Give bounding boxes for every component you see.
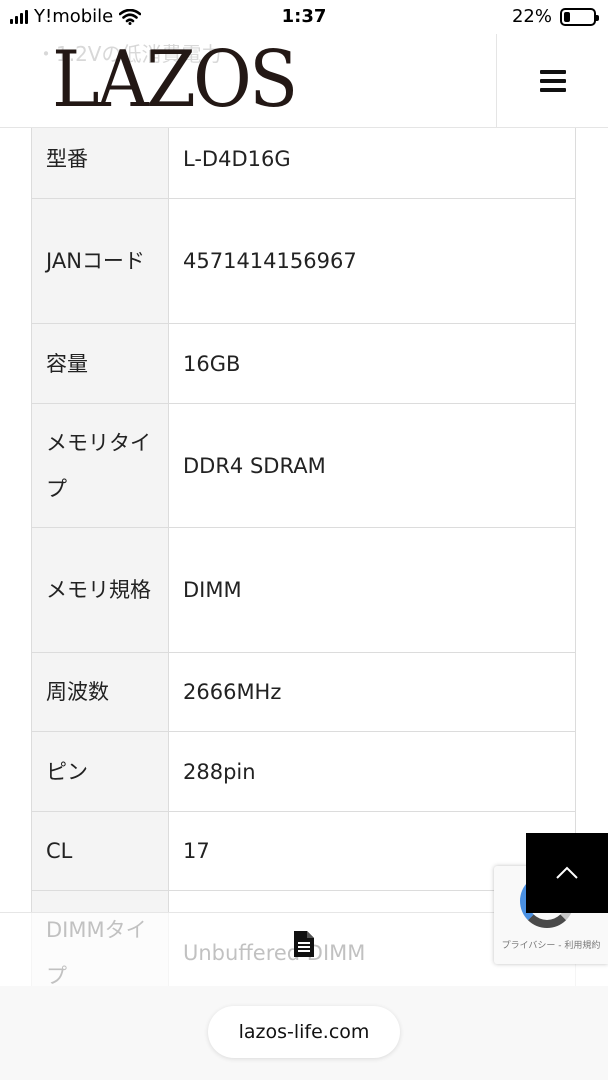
table-row: ピン 288pin bbox=[31, 731, 576, 812]
spec-value: 4571414156967 bbox=[168, 198, 576, 324]
menu-button[interactable] bbox=[496, 34, 608, 128]
document-icon bbox=[294, 931, 314, 957]
chevron-up-icon bbox=[556, 866, 578, 879]
spec-label: JANコード bbox=[31, 198, 169, 324]
site-logo[interactable]: LAZOS bbox=[52, 40, 298, 120]
table-row: 型番 L-D4D16G bbox=[31, 118, 576, 199]
spec-value: L-D4D16G bbox=[168, 118, 576, 199]
table-row: 容量 16GB bbox=[31, 323, 576, 404]
hamburger-menu-icon bbox=[539, 70, 566, 92]
spec-label: CL bbox=[31, 811, 169, 891]
spec-value: 2666MHz bbox=[168, 652, 576, 732]
reader-button[interactable] bbox=[292, 930, 316, 962]
battery-percent: 22% bbox=[511, 6, 552, 27]
browser-bottom-bar: lazos-life.com bbox=[0, 986, 608, 1080]
spec-value: 16GB bbox=[168, 323, 576, 404]
spec-value: 288pin bbox=[168, 731, 576, 812]
spec-value: DIMM bbox=[168, 527, 576, 653]
site-header: ・1.2Vの低消費電力 LAZOS bbox=[0, 34, 608, 128]
spec-label: ピン bbox=[31, 731, 169, 812]
table-row: メモリ規格 DIMM bbox=[31, 527, 576, 653]
spec-label: メモリ規格 bbox=[31, 527, 169, 653]
status-right: 22% bbox=[511, 6, 599, 27]
spec-label: 型番 bbox=[31, 118, 169, 199]
table-row: JANコード 4571414156967 bbox=[31, 198, 576, 324]
url-bar[interactable]: lazos-life.com bbox=[208, 1006, 400, 1058]
back-to-top-button[interactable] bbox=[526, 833, 608, 913]
status-bar: Y!mobile 1:37 22% bbox=[0, 0, 608, 34]
spec-label: メモリタイプ bbox=[31, 403, 169, 528]
table-row: 周波数 2666MHz bbox=[31, 652, 576, 732]
battery-level bbox=[564, 11, 571, 22]
spec-label: 容量 bbox=[31, 323, 169, 404]
spec-label: 周波数 bbox=[31, 652, 169, 732]
table-row: メモリタイプ DDR4 SDRAM bbox=[31, 403, 576, 528]
recaptcha-terms[interactable]: プライバシー - 利用規約 bbox=[494, 938, 608, 951]
battery-icon bbox=[560, 7, 599, 26]
spec-value: DDR4 SDRAM bbox=[168, 403, 576, 528]
